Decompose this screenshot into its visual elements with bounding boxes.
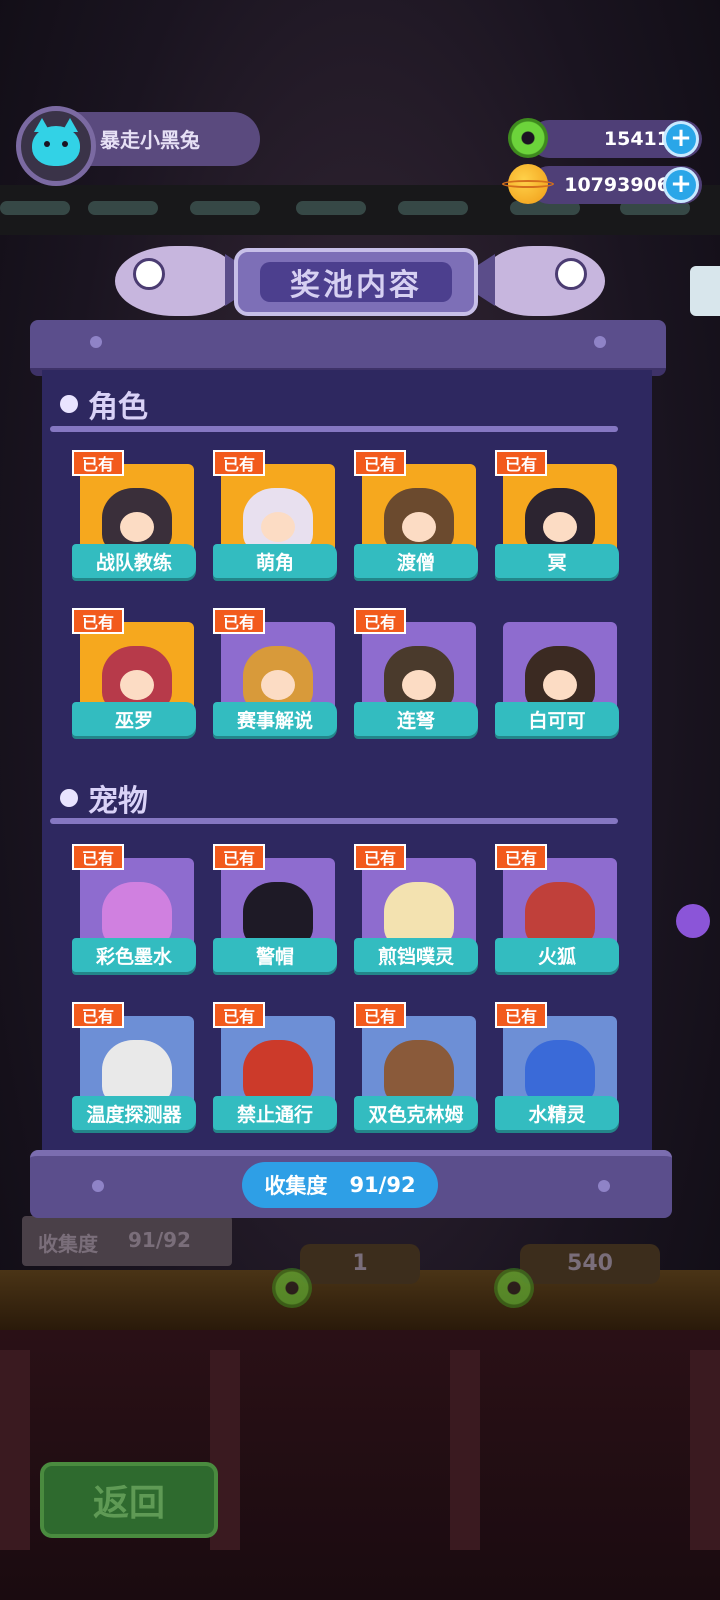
owned-badge: 已有 <box>495 844 547 870</box>
pet-card[interactable]: 彩色墨水 已有 <box>72 844 196 972</box>
owned-badge: 已有 <box>354 450 406 476</box>
bullet-icon <box>60 395 78 413</box>
character-card[interactable]: 连弩 已有 <box>354 608 478 736</box>
item-name: 萌角 <box>213 544 337 578</box>
owned-badge: 已有 <box>213 1002 265 1028</box>
item-name: 温度探测器 <box>72 1096 196 1130</box>
owned-badge: 已有 <box>72 1002 124 1028</box>
item-name: 冥 <box>495 544 619 578</box>
section-header-pets: 宠物 <box>60 778 148 819</box>
collection-label: 收集度 <box>264 1174 328 1198</box>
owned-badge: 已有 <box>213 450 265 476</box>
panel-title-plate: 奖池内容 <box>234 248 478 316</box>
owned-badge: 已有 <box>72 844 124 870</box>
item-name: 禁止通行 <box>213 1096 337 1130</box>
bg-cost-single: 1 <box>300 1244 420 1284</box>
bg-donut-icon <box>494 1268 534 1308</box>
character-card[interactable]: 战队教练 已有 <box>72 450 196 578</box>
side-clip-icon[interactable] <box>690 266 720 316</box>
username: 暴走小黑兔 <box>100 128 200 152</box>
character-card[interactable]: 巫罗 已有 <box>72 608 196 736</box>
collection-value: 91/92 <box>349 1173 416 1197</box>
currency-value-donut: 15411 <box>603 128 670 150</box>
section-divider <box>50 818 618 824</box>
pet-card[interactable]: 警帽 已有 <box>213 844 337 972</box>
green-donut-coin-icon <box>508 118 548 158</box>
collection-progress-badge: 收集度 91/92 <box>242 1162 438 1208</box>
fish-decoration-icon <box>485 246 605 316</box>
pet-card[interactable]: 水精灵 已有 <box>495 1002 619 1130</box>
panel-frame-top <box>30 320 666 376</box>
machine-lever-icon <box>676 904 710 938</box>
pet-card[interactable]: 火狐 已有 <box>495 844 619 972</box>
item-name: 双色克林姆 <box>354 1096 478 1130</box>
pet-card[interactable]: 双色克林姆 已有 <box>354 1002 478 1130</box>
item-name: 巫罗 <box>72 702 196 736</box>
section-divider <box>50 426 618 432</box>
pet-card[interactable]: 煎铛噗灵 已有 <box>354 844 478 972</box>
owned-badge: 已有 <box>213 844 265 870</box>
character-card[interactable]: 冥已有 <box>495 450 619 578</box>
character-card[interactable]: 萌角 已有 <box>213 450 337 578</box>
item-name: 火狐 <box>495 938 619 972</box>
item-name: 连弩 <box>354 702 478 736</box>
owned-badge: 已有 <box>213 608 265 634</box>
bg-pickle-icon <box>272 1268 312 1308</box>
pet-card[interactable]: 温度探测器 已有 <box>72 1002 196 1130</box>
fish-decoration-icon <box>115 246 265 316</box>
item-name: 渡僧 <box>354 544 478 578</box>
prize-pool-panel[interactable]: 角色 战队教练 已有 萌角 已有 渡僧 已有冥已有 巫罗 已有 赛事解说 已有 连弩 已有 白可可 宠物… <box>42 370 652 1156</box>
panel-title: 奖池内容 <box>260 262 452 303</box>
character-card[interactable]: 渡僧 已有 <box>354 450 478 578</box>
add-donut-button[interactable]: + <box>663 121 699 157</box>
section-title: 宠物 <box>88 784 148 819</box>
bullet-icon <box>60 789 78 807</box>
bg-collection-value: 91/92 <box>128 1228 191 1252</box>
character-card[interactable]: 赛事解说 已有 <box>213 608 337 736</box>
item-name: 煎铛噗灵 <box>354 938 478 972</box>
bg-collection-label: 收集度 <box>38 1232 98 1256</box>
item-name: 彩色墨水 <box>72 938 196 972</box>
owned-badge: 已有 <box>495 1002 547 1028</box>
pet-card[interactable]: 禁止通行 已有 <box>213 1002 337 1130</box>
add-planet-button[interactable]: + <box>663 167 699 203</box>
item-name: 战队教练 <box>72 544 196 578</box>
owned-badge: 已有 <box>354 1002 406 1028</box>
section-header-characters: 角色 <box>60 384 148 425</box>
item-name: 水精灵 <box>495 1096 619 1130</box>
item-name: 警帽 <box>213 938 337 972</box>
owned-badge: 已有 <box>354 608 406 634</box>
owned-badge: 已有 <box>72 608 124 634</box>
bg-collection-box: 收集度 91/92 <box>22 1216 232 1266</box>
item-name: 赛事解说 <box>213 702 337 736</box>
currency-value-planet: 10793906 <box>564 174 670 196</box>
owned-badge: 已有 <box>354 844 406 870</box>
back-button[interactable]: 返回 <box>40 1462 218 1538</box>
cyan-cat-avatar-icon[interactable] <box>16 106 96 186</box>
owned-badge: 已有 <box>72 450 124 476</box>
item-name: 白可可 <box>495 702 619 736</box>
section-title: 角色 <box>88 390 148 425</box>
owned-badge: 已有 <box>495 450 547 476</box>
character-card[interactable]: 白可可 <box>495 608 619 736</box>
bg-cost-multi: 540 <box>520 1244 660 1284</box>
